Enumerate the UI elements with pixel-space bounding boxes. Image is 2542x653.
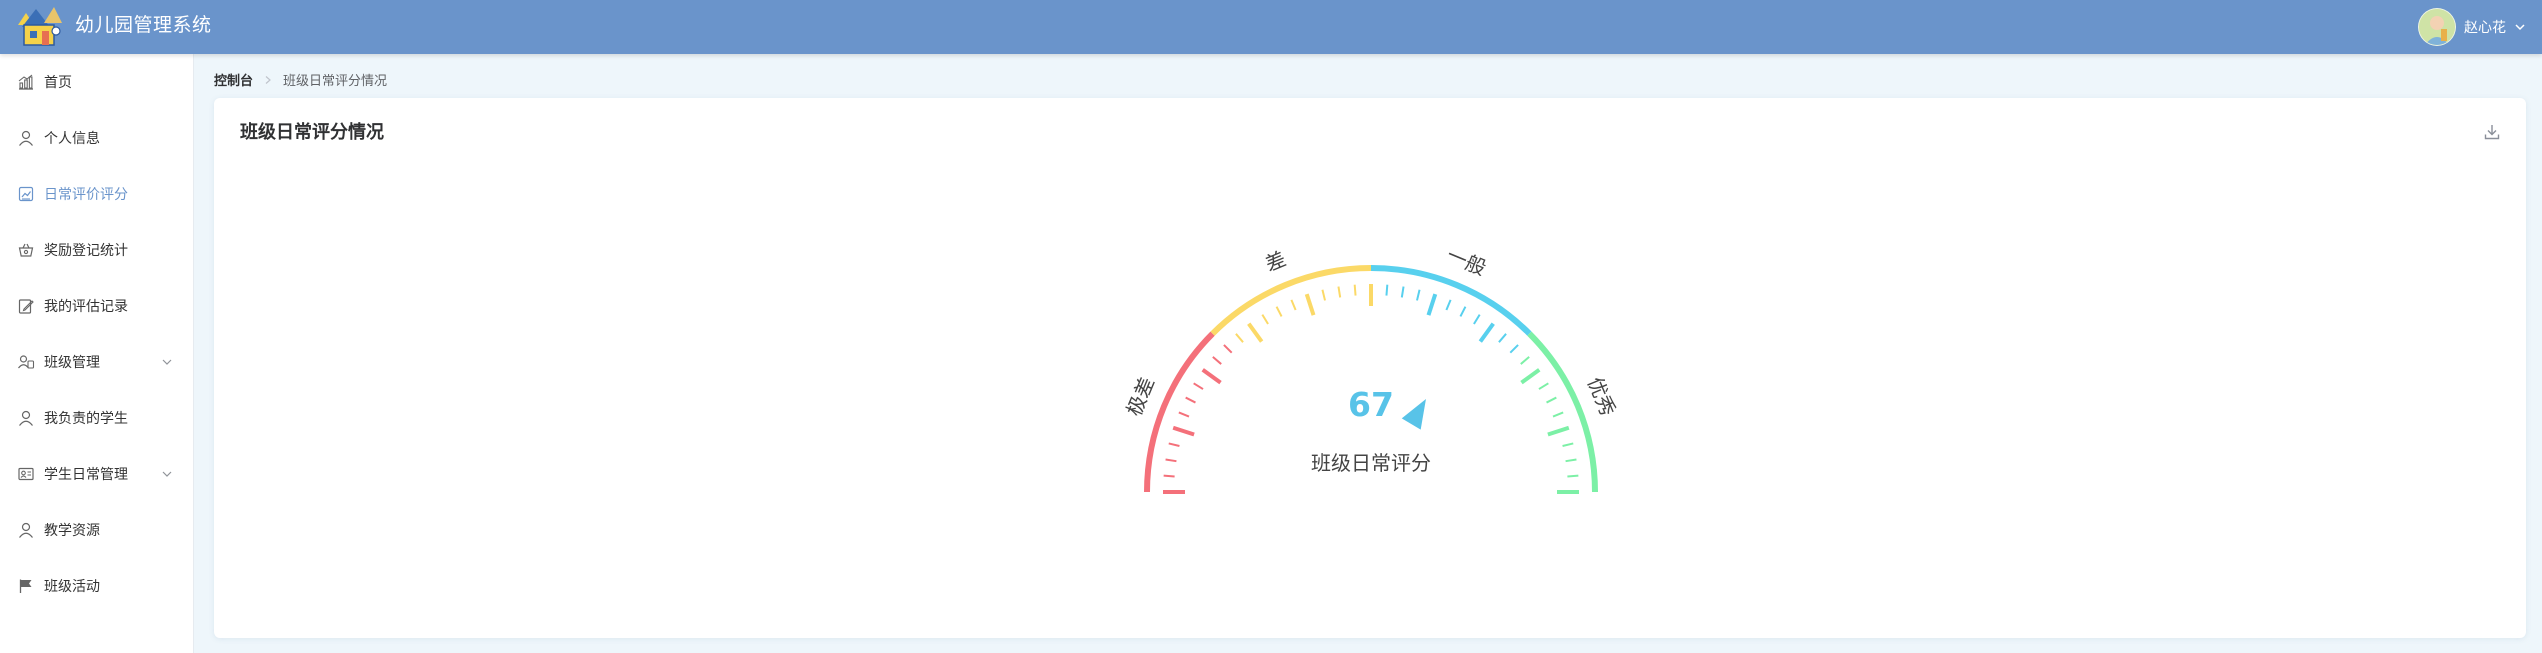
gauge-minor-tick [1562,442,1574,447]
gauge-pointer [1401,399,1426,430]
sidebar-item-class-activities[interactable]: 班级活动 [0,558,193,614]
gauge-major-tick [1520,368,1541,385]
sidebar-item-label: 教学资源 [44,523,100,539]
user-menu[interactable]: 赵心花 [2418,6,2526,48]
gauge-minor-tick [1178,411,1190,418]
sidebar-item-student-daily[interactable]: 学生日常管理 [0,446,193,502]
breadcrumb-current: 班级日常评分情况 [283,74,388,89]
gauge-minor-tick [1473,314,1481,325]
sidebar-item-label: 奖励登记统计 [44,243,128,259]
gauge-minor-tick [1459,306,1467,317]
chevron-down-icon[interactable] [161,468,173,480]
chart-icon [18,74,33,90]
gauge-major-tick [1172,425,1195,437]
gauge-minor-tick [1400,286,1405,298]
sidebar: 首页 个人信息 日常评价评分 奖励登记统计 我的评估记录 班级管理 我负责的学生… [0,54,194,653]
gauge-major-tick [1426,293,1438,316]
breadcrumb-root[interactable]: 控制台 [214,70,253,89]
gauge-band-label-2: 差 [1262,247,1290,277]
gauge-minor-tick [1321,289,1326,301]
sidebar-item-profile[interactable]: 个人信息 [0,110,193,166]
gauge-minor-tick [1235,333,1244,343]
sidebar-item-label: 个人信息 [44,131,100,147]
top-bar: 幼儿园管理系统 赵心花 [0,0,2542,54]
gauge-minor-tick [1168,442,1180,447]
gauge-band-label-3: 一般 [1443,243,1489,280]
gauge-label: 班级日常评分 [1311,451,1431,475]
sidebar-item-class-management[interactable]: 班级管理 [0,334,193,390]
sidebar-item-label: 学生日常管理 [44,467,128,483]
gauge-major-tick [1304,293,1316,316]
breadcrumb: 控制台 班级日常评分情况 [214,70,387,89]
gauge-minor-tick [1565,458,1577,463]
gauge-major-tick [1201,368,1222,385]
sidebar-item-daily-evaluation[interactable]: 日常评价评分 [0,166,193,222]
sidebar-item-my-students[interactable]: 我负责的学生 [0,390,193,446]
gauge-minor-tick [1290,299,1297,311]
gauge-minor-tick [1185,396,1196,404]
gauge-minor-tick [1223,344,1233,354]
users-icon [18,355,35,369]
gauge-major-tick [1478,322,1495,343]
user-icon [19,522,33,538]
sidebar-item-rewards[interactable]: 奖励登记统计 [0,222,193,278]
user-name: 赵心花 [2464,20,2506,36]
chevron-down-icon[interactable] [2514,21,2526,33]
basket-icon [18,243,34,257]
user-icon [19,130,33,146]
edit-icon [18,299,34,314]
gauge-band-label-4: 优秀 [1583,373,1620,419]
report-icon [18,186,34,202]
sidebar-item-assessment-records[interactable]: 我的评估记录 [0,278,193,334]
gauge-value: 67 [1348,385,1394,424]
gauge-minor-tick [1538,382,1549,390]
gauge-minor-tick [1165,458,1177,463]
gauge-major-tick [1247,322,1264,343]
score-card: 班级日常评分情况 极差差一般 优秀 67 班级日常评分 [214,98,2526,638]
sidebar-item-label: 我的评估记录 [44,299,128,315]
gauge-minor-tick [1509,344,1519,354]
chevron-down-icon[interactable] [161,356,173,368]
sidebar-item-home[interactable]: 首页 [0,54,193,110]
gauge-minor-tick [1520,356,1530,365]
sidebar-item-label: 我负责的学生 [44,411,128,427]
id-card-icon [18,467,34,481]
avatar[interactable] [2418,8,2456,46]
gauge-minor-tick [1261,314,1269,325]
sidebar-item-label: 班级活动 [44,579,100,595]
sidebar-item-label: 班级管理 [44,355,100,371]
gauge-minor-tick [1552,411,1564,418]
gauge-minor-tick [1275,306,1283,317]
gauge-minor-tick [1498,333,1507,343]
user-icon [19,410,33,426]
sidebar-item-label: 日常评价评分 [44,187,128,203]
gauge-chart: 极差 差 一般优秀 67 班级日常评分 [1122,243,1620,494]
gauge-minor-tick [1353,284,1357,296]
gauge-band-label-1: 极差 [1122,373,1159,419]
gauge-minor-tick [1385,284,1389,296]
gauge-minor-tick [1445,299,1452,311]
gauge-minor-tick [1416,289,1421,301]
gauge-minor-tick [1567,474,1579,478]
gauge-minor-tick [1546,396,1557,404]
gauge-major-tick [1547,425,1570,437]
flag-icon [19,579,32,593]
gauge-minor-tick [1193,382,1204,390]
app-title: 幼儿园管理系统 [75,14,212,36]
avatar-image [2419,9,2455,45]
gauge-minor-tick [1337,286,1342,298]
gauge-minor-tick [1212,356,1222,365]
gauge-minor-tick [1163,474,1175,478]
sidebar-item-label: 首页 [44,75,72,91]
sidebar-item-teaching-resources[interactable]: 教学资源 [0,502,193,558]
logo-icon [18,7,62,46]
chevron-right-icon [265,75,271,84]
